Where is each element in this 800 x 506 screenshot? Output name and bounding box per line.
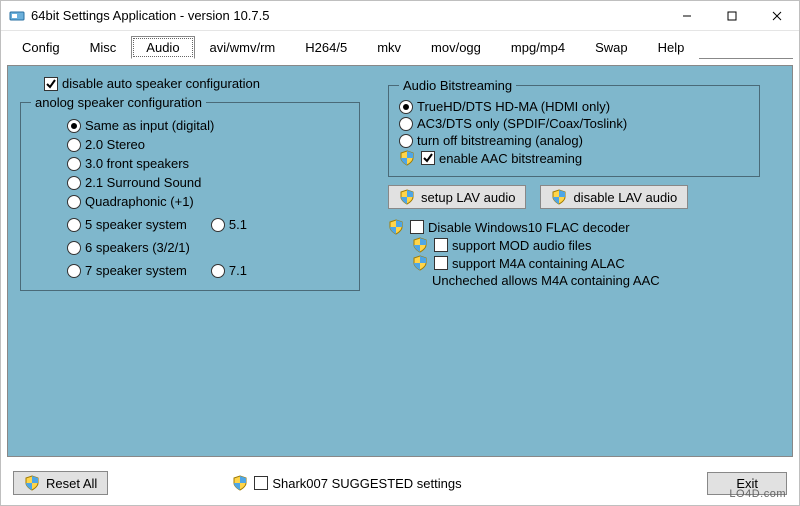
label-2-1-surround: 2.1 Surround Sound	[85, 175, 201, 190]
shield-icon	[551, 189, 567, 205]
label-7-1: 7.1	[229, 263, 247, 278]
disable-flac-label: Disable Windows10 FLAC decoder	[428, 220, 630, 235]
radio-ac3-dts[interactable]	[399, 117, 413, 131]
maximize-icon	[727, 11, 737, 21]
close-icon	[772, 11, 782, 21]
radio-6-speaker[interactable]	[67, 241, 81, 255]
label-ac3-dts: AC3/DTS only (SPDIF/Coax/Toslink)	[417, 116, 627, 131]
audio-bitstreaming-legend: Audio Bitstreaming	[399, 78, 516, 93]
support-m4a-label: support M4A containing ALAC	[452, 256, 625, 271]
shield-icon	[232, 475, 248, 491]
tab-config[interactable]: Config	[7, 36, 75, 59]
audio-panel: disable auto speaker configuration anolo…	[7, 65, 793, 457]
shield-icon	[399, 150, 415, 166]
analog-speaker-group: anolog speaker configuration Same as inp…	[20, 95, 360, 291]
shield-icon	[24, 475, 40, 491]
label-same-as-input: Same as input (digital)	[85, 118, 214, 133]
close-button[interactable]	[754, 1, 799, 30]
window-title: 64bit Settings Application - version 10.…	[31, 8, 269, 23]
label-2-0-stereo: 2.0 Stereo	[85, 137, 145, 152]
radio-truehd[interactable]	[399, 100, 413, 114]
bottom-bar: Reset All Shark007 SUGGESTED settings Ex…	[1, 463, 799, 505]
support-mod-label: support MOD audio files	[452, 238, 591, 253]
reset-all-button[interactable]: Reset All	[13, 471, 108, 495]
radio-7-1[interactable]	[211, 264, 225, 278]
label-6-speaker: 6 speakers (3/2/1)	[85, 240, 190, 255]
suggested-settings-label: Shark007 SUGGESTED settings	[272, 476, 461, 491]
label-bitstream-off: turn off bitstreaming (analog)	[417, 133, 583, 148]
tab-help[interactable]: Help	[643, 36, 700, 59]
radio-3-0-front[interactable]	[67, 157, 81, 171]
setup-lav-audio-button[interactable]: setup LAV audio	[388, 185, 526, 209]
application-window: 64bit Settings Application - version 10.…	[0, 0, 800, 506]
tab-misc[interactable]: Misc	[75, 36, 132, 59]
tab-mov-ogg[interactable]: mov/ogg	[416, 36, 496, 59]
disable-auto-speaker-label: disable auto speaker configuration	[62, 76, 260, 91]
tab-audio[interactable]: Audio	[131, 36, 194, 59]
minimize-button[interactable]	[664, 1, 709, 30]
radio-quadraphonic[interactable]	[67, 195, 81, 209]
maximize-button[interactable]	[709, 1, 754, 30]
disable-auto-speaker-checkbox[interactable]	[44, 77, 58, 91]
minimize-icon	[682, 11, 692, 21]
shield-icon	[412, 255, 428, 271]
radio-same-as-input[interactable]	[67, 119, 81, 133]
radio-5-1[interactable]	[211, 218, 225, 232]
title-bar: 64bit Settings Application - version 10.…	[1, 1, 799, 31]
tab-mkv[interactable]: mkv	[362, 36, 416, 59]
label-truehd: TrueHD/DTS HD-MA (HDMI only)	[417, 99, 610, 114]
label-5-1: 5.1	[229, 217, 247, 232]
check-icon	[422, 152, 434, 164]
tab-h264-5[interactable]: H264/5	[290, 36, 362, 59]
support-m4a-checkbox[interactable]	[434, 256, 448, 270]
tab-mpg-mp4[interactable]: mpg/mp4	[496, 36, 580, 59]
tab-avi-wmv-rm[interactable]: avi/wmv/rm	[195, 36, 291, 59]
setup-lav-audio-label: setup LAV audio	[421, 190, 515, 205]
enable-aac-checkbox[interactable]	[421, 151, 435, 165]
label-5-speaker: 5 speaker system	[85, 217, 187, 232]
watermark: LO4D.com	[729, 488, 786, 500]
m4a-note: Uncheched allows M4A containing AAC	[432, 273, 760, 288]
label-quadraphonic: Quadraphonic (+1)	[85, 194, 194, 209]
left-column: disable auto speaker configuration anolo…	[20, 74, 360, 295]
enable-aac-label: enable AAC bitstreaming	[439, 151, 582, 166]
radio-2-0-stereo[interactable]	[67, 138, 81, 152]
tab-bar: Config Misc Audio avi/wmv/rm H264/5 mkv …	[1, 31, 799, 58]
label-3-0-front: 3.0 front speakers	[85, 156, 189, 171]
disable-flac-checkbox[interactable]	[410, 220, 424, 234]
radio-2-1-surround[interactable]	[67, 176, 81, 190]
support-mod-checkbox[interactable]	[434, 238, 448, 252]
check-icon	[45, 78, 57, 90]
audio-bitstreaming-group: Audio Bitstreaming TrueHD/DTS HD-MA (HDM…	[388, 78, 760, 177]
label-7-speaker: 7 speaker system	[85, 263, 187, 278]
app-icon	[9, 8, 25, 24]
tab-swap[interactable]: Swap	[580, 36, 643, 59]
shield-icon	[399, 189, 415, 205]
disable-lav-audio-label: disable LAV audio	[573, 190, 677, 205]
radio-7-speaker[interactable]	[67, 264, 81, 278]
analog-speaker-legend: anolog speaker configuration	[31, 95, 206, 110]
radio-bitstream-off[interactable]	[399, 134, 413, 148]
radio-5-speaker[interactable]	[67, 218, 81, 232]
reset-all-label: Reset All	[46, 476, 97, 491]
suggested-settings-checkbox[interactable]	[254, 476, 268, 490]
shield-icon	[412, 237, 428, 253]
shield-icon	[388, 219, 404, 235]
right-column: Audio Bitstreaming TrueHD/DTS HD-MA (HDM…	[388, 74, 760, 288]
disable-lav-audio-button[interactable]: disable LAV audio	[540, 185, 688, 209]
